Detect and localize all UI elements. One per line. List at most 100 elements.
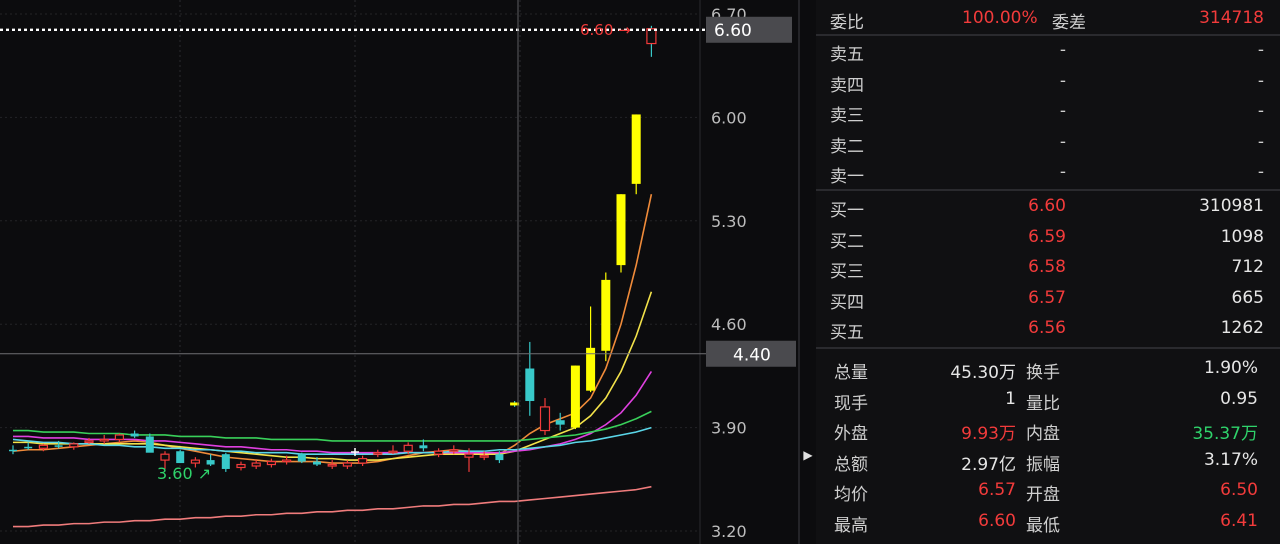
candle-body[interactable] (282, 459, 292, 463)
candle-body[interactable] (266, 460, 276, 466)
candle-body[interactable] (525, 368, 535, 402)
kline-chart-svg[interactable]: 6.706.005.304.603.903.206.606.60 →4.403.… (0, 0, 800, 544)
sell-row[interactable]: 卖二 - - (816, 128, 1280, 158)
buy-row[interactable]: 买三 6.58 712 (816, 253, 1280, 283)
candle-body[interactable] (54, 445, 63, 447)
stat-value: 0.95 (1220, 388, 1258, 409)
sell-row-label: 卖三 (830, 106, 864, 126)
sell-row-volume: - (1257, 70, 1264, 91)
buy-row-volume: 665 (1231, 287, 1264, 308)
candle-body[interactable] (99, 438, 109, 442)
stat-label: 外盘 (834, 424, 868, 444)
buy-row[interactable]: 买四 6.57 665 (816, 284, 1280, 314)
candle-body[interactable] (251, 462, 261, 467)
kline-chart[interactable]: 6.70 6.00 5.30 4.60 3.90 3.20 6.60 6.60 → 4.40 3.… (0, 0, 800, 544)
buy-row-label: 买三 (830, 262, 864, 282)
sell-row[interactable]: 卖一 - - (816, 158, 1280, 188)
stat-value: 2.97亿 (961, 454, 1016, 475)
candle-body[interactable] (190, 459, 200, 464)
candle-body[interactable] (570, 365, 580, 428)
buy-row-label: 买五 (830, 323, 864, 343)
stat-label: 振幅 (1026, 454, 1060, 475)
sell-row-label: 卖一 (830, 167, 864, 187)
low-price-annotation: 3.60 ↗ (157, 464, 211, 483)
current-price-label: 6.60 (714, 21, 752, 41)
candle-body[interactable] (130, 433, 139, 437)
candle-body[interactable] (84, 440, 94, 443)
buy-row[interactable]: 买一 6.60 310981 (816, 192, 1280, 222)
sell-row-price: - (1059, 131, 1066, 152)
candle-body[interactable] (342, 462, 352, 467)
moving-average-line (13, 485, 652, 528)
candle-body[interactable] (403, 444, 413, 452)
sell-row[interactable]: 卖四 - - (816, 67, 1280, 97)
candle-body[interactable] (176, 451, 185, 464)
candle-body[interactable] (24, 446, 33, 449)
candle-body[interactable] (555, 420, 565, 425)
buy-row-price: 6.60 (1028, 196, 1066, 216)
stat-label: 量比 (1026, 393, 1060, 414)
sell-row-label: 卖二 (830, 136, 864, 157)
sell-row-volume: - (1257, 101, 1264, 121)
stat-row: 均价 6.57 开盘 6.50 (816, 476, 1280, 506)
stat-label: 最低 (1026, 515, 1060, 536)
buy-row[interactable]: 买二 6.59 1098 (816, 223, 1280, 253)
candle-body[interactable] (69, 443, 79, 448)
sell-row-volume: - (1257, 162, 1264, 182)
stat-row: 现手 1 量比 0.95 (816, 385, 1280, 415)
candle-body[interactable] (388, 450, 398, 454)
stat-row: 总额 2.97亿 振幅 3.17% (816, 446, 1280, 476)
buy-row[interactable]: 买五 6.56 1262 (816, 314, 1280, 344)
stat-value: 9.93万 (961, 424, 1016, 444)
stat-value: 6.41 (1220, 510, 1258, 531)
separator (816, 347, 1280, 349)
candle-body[interactable] (373, 452, 383, 455)
sell-row-label: 卖四 (830, 75, 864, 96)
candle-body[interactable] (38, 444, 49, 449)
candle-body[interactable] (160, 453, 170, 461)
sell-row-volume: - (1257, 40, 1264, 60)
collapse-arrow-icon[interactable]: ▶ (800, 440, 816, 470)
buy-row-price: 6.58 (1028, 257, 1066, 277)
moving-average-line (12, 194, 653, 464)
candle-body[interactable] (313, 461, 321, 465)
candle-body[interactable] (495, 454, 504, 461)
buy-row-price: 6.57 (1028, 287, 1066, 308)
stat-label: 总额 (834, 454, 868, 475)
stat-label: 现手 (834, 393, 868, 414)
candle-body[interactable] (114, 434, 125, 441)
candle-body[interactable] (601, 279, 611, 351)
candle-body[interactable] (434, 450, 444, 455)
candle-body[interactable] (327, 463, 337, 467)
candle-body[interactable] (586, 347, 596, 391)
candle-body[interactable] (358, 458, 368, 464)
stat-label: 内盘 (1026, 424, 1060, 444)
candle-body[interactable] (221, 454, 230, 469)
y-tick-label: 5.30 (711, 212, 747, 231)
y-tick-label: 3.20 (711, 522, 747, 541)
weicha-label: 委差 (1052, 13, 1086, 33)
sell-row[interactable]: 卖五 - - (816, 36, 1280, 66)
separator (816, 189, 1280, 191)
candle-body[interactable] (479, 455, 489, 458)
candle-body[interactable] (9, 449, 17, 452)
buy-row-volume: 310981 (1199, 196, 1264, 216)
y-tick-label: 4.60 (711, 315, 747, 334)
candle-body[interactable] (145, 436, 154, 453)
candle-body[interactable] (449, 449, 459, 452)
sell-row[interactable]: 卖三 - - (816, 97, 1280, 127)
weicha-value: 314718 (1199, 8, 1264, 28)
candle-body[interactable] (616, 194, 626, 266)
candle-body[interactable] (297, 454, 306, 462)
candle-body[interactable] (539, 406, 551, 432)
candle-body[interactable] (464, 453, 474, 458)
stat-value: 1 (1005, 388, 1016, 409)
stat-value: 6.57 (978, 480, 1016, 500)
stat-row: 总量 45.30万 换手 1.90% (816, 354, 1280, 384)
candle-body[interactable] (646, 28, 657, 45)
candle-body[interactable] (236, 463, 246, 469)
buy-row-volume: 712 (1231, 257, 1264, 277)
buy-row-label: 买二 (830, 231, 864, 252)
candle-body[interactable] (419, 445, 428, 449)
candle-body[interactable] (631, 114, 641, 184)
